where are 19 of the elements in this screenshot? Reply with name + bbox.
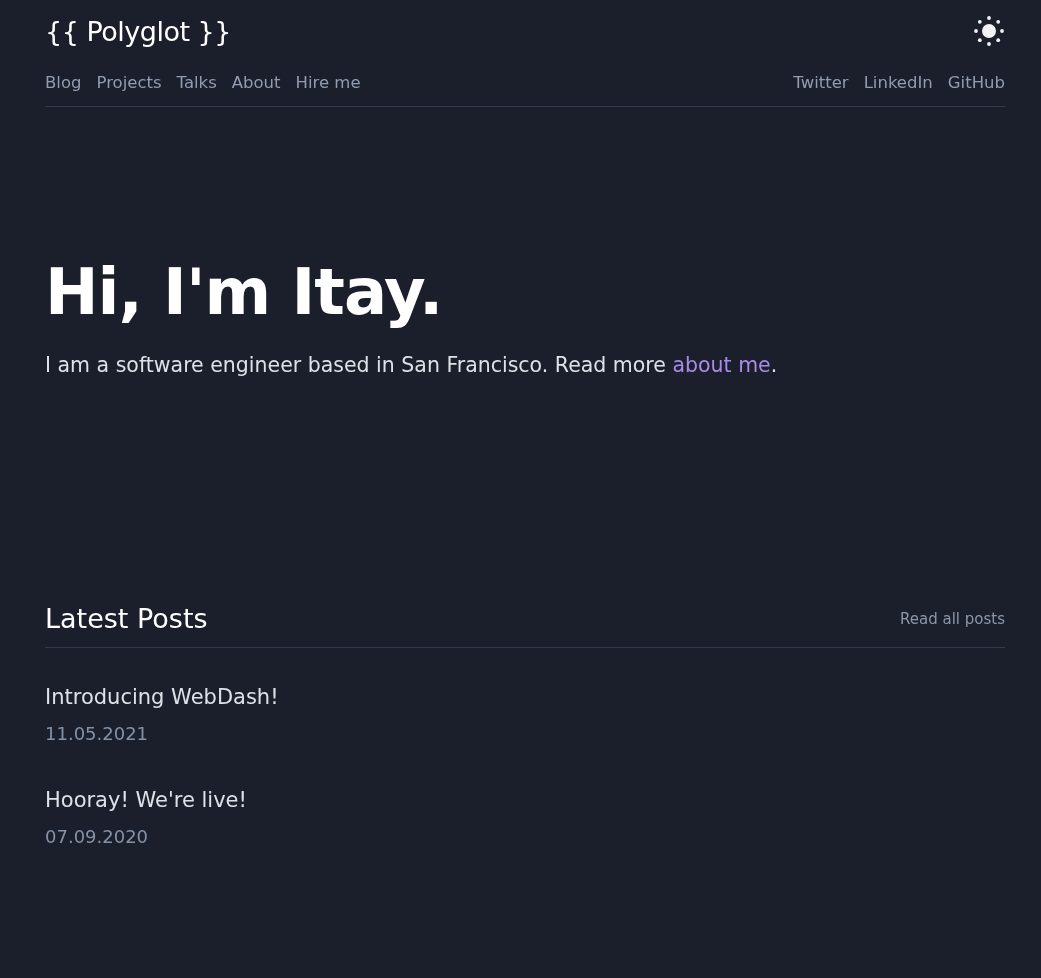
section-heading: Latest Posts — [45, 603, 208, 634]
nav-link[interactable]: Projects — [96, 73, 162, 92]
sun-icon[interactable] — [973, 15, 1005, 47]
intro-text: I am a software engineer based in San Francisco. Read more about me. — [45, 353, 779, 377]
post-date: 11.05.2021 — [45, 723, 149, 744]
nav-link[interactable]: Hire me — [295, 73, 361, 92]
social-link[interactable]: LinkedIn — [863, 73, 933, 92]
nav-link[interactable]: Blog — [45, 73, 82, 92]
post-title[interactable]: Introducing WebDash! — [45, 685, 279, 709]
about-link[interactable]: about me — [672, 353, 771, 377]
social-link[interactable]: GitHub — [947, 73, 1005, 92]
post-date: 07.09.2020 — [45, 826, 149, 847]
hero-heading: Hi, I'm Itay. — [45, 254, 444, 331]
read-all-link[interactable]: Read all posts — [900, 609, 1005, 628]
social-link[interactable]: Twitter — [793, 73, 849, 92]
post-title[interactable]: Hooray! We're live! — [45, 788, 247, 812]
nav-link[interactable]: Talks — [176, 73, 217, 92]
site-logo[interactable]: {{ Polyglot }} — [45, 15, 231, 47]
nav-link[interactable]: About — [231, 73, 281, 92]
